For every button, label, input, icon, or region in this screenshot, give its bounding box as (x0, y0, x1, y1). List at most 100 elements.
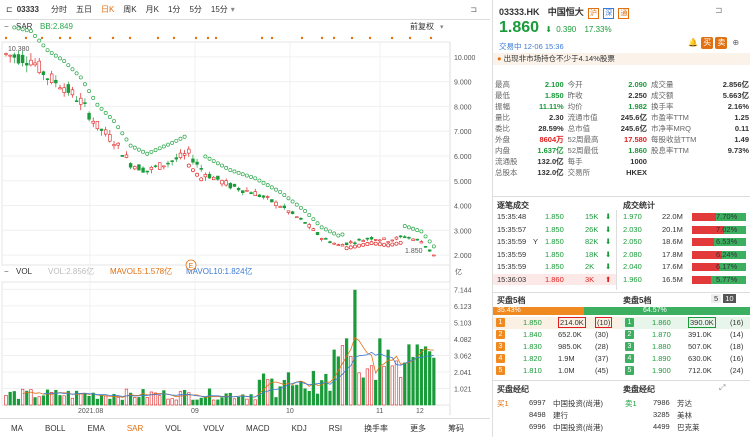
sell-broker-id[interactable]: 3285 (653, 410, 670, 419)
tab-monthly-k[interactable]: 月K (146, 4, 159, 15)
ask-row[interactable]: 4 1.890 630.0K (16) (622, 353, 750, 365)
sar-dot (244, 173, 249, 178)
sell-broker-id[interactable]: 7986 (653, 398, 670, 407)
bid-row[interactable]: 1 1.850 214.0K (10) (493, 317, 622, 329)
event-dot[interactable] (300, 36, 304, 40)
indicator-tab-3[interactable]: SAR (116, 424, 154, 433)
kline-chart[interactable]: − SAR BB:2.849 前复权 ▾ 10.380 1.850 10.000… (0, 20, 490, 415)
indicator-tab-6[interactable]: MACD (235, 424, 281, 433)
expand-icon[interactable]: ⤢ (719, 383, 725, 393)
trade-price: 1.860 (545, 274, 564, 284)
tab-fenshi[interactable]: 分时 (51, 4, 67, 15)
indicator-tab-10[interactable]: 更多 (399, 423, 437, 434)
indicator-tab-9[interactable]: 换手率 (353, 423, 399, 434)
trades-title[interactable]: 逐笔成交 (497, 200, 529, 211)
stat-value (712, 167, 750, 178)
event-dot[interactable] (111, 36, 115, 40)
ask-row[interactable]: 3 1.880 507.0K (18) (622, 341, 750, 353)
event-dot[interactable] (128, 36, 132, 40)
tab-1min[interactable]: 1分 (168, 4, 180, 15)
indicator-tab-2[interactable]: EMA (76, 424, 115, 433)
ask-row[interactable]: 2 1.870 391.0K (14) (622, 329, 750, 341)
tab-5min[interactable]: 5分 (189, 4, 201, 15)
tab-daily-k[interactable]: 日K (101, 4, 114, 15)
sar-dot (419, 229, 424, 234)
ask-pct: 64.57% (643, 307, 667, 314)
volume-bar (158, 395, 162, 406)
indicator-tab-11[interactable]: 筹码 (437, 423, 475, 434)
collapse-icon[interactable]: − (4, 267, 9, 276)
chevron-down-icon[interactable]: ▾ (231, 5, 235, 14)
indicator-tab-7[interactable]: KDJ (281, 424, 318, 433)
event-dot[interactable] (390, 36, 394, 40)
bid-row[interactable]: 4 1.820 1.9M (37) (493, 353, 622, 365)
sell-broker-name[interactable]: 芳达 (677, 398, 692, 409)
event-dot[interactable] (408, 36, 412, 40)
level-5-button[interactable]: 5 (711, 294, 722, 303)
event-dot[interactable] (350, 36, 354, 40)
trade-status: 交易中 12-06 15:36 (499, 42, 564, 51)
sar-dot (402, 224, 407, 228)
event-dot[interactable] (4, 36, 8, 40)
event-dot[interactable] (88, 36, 92, 40)
sar-dot (278, 189, 283, 194)
buy-icon[interactable]: 买 (701, 37, 714, 49)
event-dot[interactable] (194, 36, 198, 40)
sell-icon[interactable]: 卖 (715, 37, 728, 49)
event-dot[interactable] (214, 36, 218, 40)
event-dot[interactable] (68, 36, 72, 40)
tab-15min[interactable]: 15分 (211, 4, 228, 15)
indicator-tab-4[interactable]: VOL (154, 424, 192, 433)
event-dot[interactable] (156, 36, 160, 40)
event-dot[interactable] (320, 36, 324, 40)
event-dot[interactable] (260, 36, 264, 40)
buy-broker-name[interactable]: 建行 (553, 410, 568, 421)
event-dot[interactable] (332, 36, 336, 40)
sell-broker-name[interactable]: 美林 (677, 410, 692, 421)
vol-value: VOL:2.856亿 (48, 266, 94, 276)
buy-broker-name[interactable]: 中国投资(尚港) (553, 422, 603, 433)
indicator-tab-5[interactable]: VOLV (192, 424, 235, 433)
deal-stats-title[interactable]: 成交统计 (623, 200, 655, 211)
stat-value: 2.100 (544, 80, 564, 89)
tab-wuri[interactable]: 五日 (76, 4, 92, 15)
sell-broker-name[interactable]: 巴克莱 (677, 422, 700, 433)
back-icon[interactable]: ⊏ (6, 5, 13, 14)
stat-value (712, 156, 750, 167)
ask-row[interactable]: 5 1.900 712.0K (24) (622, 365, 750, 377)
event-dot[interactable] (40, 36, 44, 40)
buy-broker-id[interactable]: 6997 (529, 398, 546, 407)
level-10-button[interactable]: 10 (723, 294, 736, 303)
event-dot[interactable] (172, 36, 176, 40)
buy-broker-id[interactable]: 6996 (529, 422, 546, 431)
notice-bar[interactable]: ● 出现非市场持仓不少于4.14%股票 (493, 53, 750, 65)
candle-body (419, 241, 424, 244)
add-icon[interactable]: ⊕ (730, 37, 742, 49)
bell-icon[interactable]: 🔔 (687, 37, 699, 49)
bid-row[interactable]: 5 1.810 1.0M (45) (493, 365, 622, 377)
event-dot[interactable] (270, 36, 274, 40)
ask-row[interactable]: 1 1.860 390.0K (16) (622, 317, 750, 329)
event-dot[interactable] (429, 36, 433, 40)
event-dot[interactable] (368, 36, 372, 40)
sell-broker-id[interactable]: 4499 (653, 422, 670, 431)
event-dot[interactable] (24, 36, 28, 40)
bid-row[interactable]: 2 1.840 652.0K (30) (493, 329, 622, 341)
collapse-icon[interactable]: − (4, 22, 9, 31)
buy-broker-name[interactable]: 中国投资(尚港) (553, 398, 603, 409)
indicator-tab-8[interactable]: RSI (318, 424, 353, 433)
buy-broker-id[interactable]: 8498 (529, 410, 546, 419)
expand-icon[interactable]: ⊐ (715, 5, 723, 16)
price-axis-label: 4.000 (454, 204, 472, 211)
tab-weekly-k[interactable]: 周K (123, 4, 136, 15)
indicator-tab-0[interactable]: MA (0, 424, 34, 433)
bid-row[interactable]: 3 1.830 985.0K (28) (493, 341, 622, 353)
chevron-down-icon[interactable]: ▾ (440, 24, 444, 31)
adjust-selector[interactable]: 前复权 (410, 21, 434, 31)
event-dot[interactable] (58, 36, 62, 40)
sell-broker-level: 卖1 (625, 399, 637, 408)
event-dot[interactable] (206, 36, 210, 40)
expand-icon[interactable]: ⊐ (470, 5, 477, 14)
stat-label: 每股收益TTM (650, 135, 697, 144)
indicator-tab-1[interactable]: BOLL (34, 424, 76, 433)
